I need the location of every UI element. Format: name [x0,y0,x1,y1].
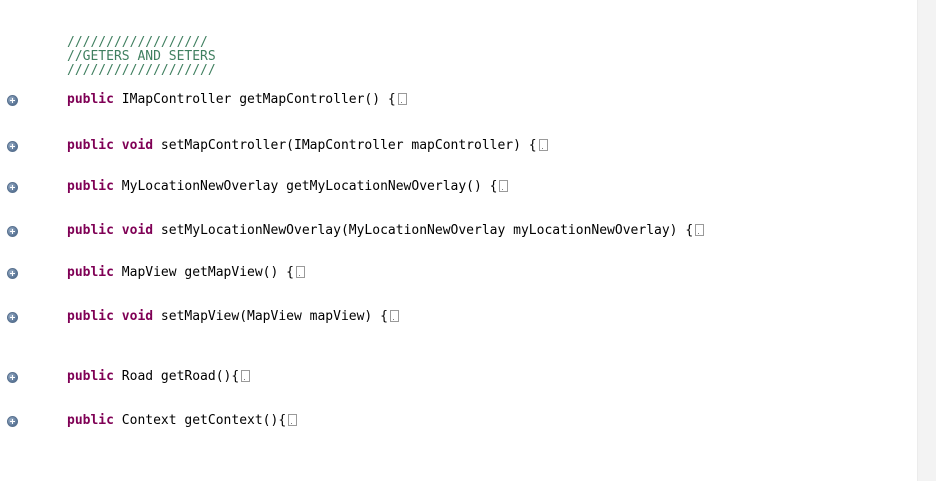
code-line-getMapController: public IMapController getMapController()… [67,93,407,107]
code-line-setMapController: public void setMapController(IMapControl… [67,139,548,153]
code-text: Road getRoad(){ [113,369,240,384]
code-text: MapView getMapView() { [113,265,294,280]
expand-fold-icon[interactable] [7,372,18,383]
keyword: public [67,265,114,280]
collapsed-code-icon[interactable] [241,370,251,382]
keyword: public [67,223,114,238]
collapsed-code-icon[interactable] [288,414,298,426]
keyword: void [121,223,154,238]
comment-line: /////////////////// [67,63,216,78]
code-line-getMyLocationNewOverlay: public MyLocationNewOverlay getMyLocatio… [67,179,509,194]
code-text: setMyLocationNewOverlay(MyLocationNewOve… [153,223,694,238]
keyword: public [67,369,114,384]
expand-fold-icon[interactable] [7,312,18,323]
expand-fold-icon[interactable] [7,226,18,237]
expand-fold-icon[interactable] [7,416,18,427]
code-line-setMapView: public void setMapView(MapView mapView) … [67,310,399,324]
code-line-getMapView: public MapView getMapView() { [67,266,305,280]
comment-line: //GETERS AND SETERS [67,49,216,64]
code-text: Context getContext(){ [113,413,287,428]
collapsed-code-icon[interactable] [538,139,548,151]
comment-line: ////////////////// [67,35,208,50]
collapsed-code-icon[interactable] [695,224,705,236]
code-line-setMyLocationNewOverlay: public void setMyLocationNewOverlay(MyLo… [67,223,705,238]
collapsed-code-icon[interactable] [397,93,407,105]
keyword: void [121,138,154,153]
keyword: void [121,309,154,324]
code-text: setMapController(IMapController mapContr… [153,138,537,153]
keyword: public [67,138,114,153]
expand-fold-icon[interactable] [7,95,18,106]
code-text: IMapController getMapController() { [113,92,396,107]
code-line-getContext: public Context getContext(){ [67,413,298,428]
collapsed-code-icon[interactable] [295,266,305,278]
expand-fold-icon[interactable] [7,268,18,279]
code-line-getRoad: public Road getRoad(){ [67,369,251,384]
keyword: public [67,413,114,428]
expand-fold-icon[interactable] [7,141,18,152]
code-text: MyLocationNewOverlay getMyLocationNewOve… [113,179,498,194]
collapsed-code-icon[interactable] [389,310,399,322]
code-text: setMapView(MapView mapView) { [153,309,388,324]
keyword: public [67,309,114,324]
keyword: public [67,92,114,107]
collapsed-code-icon[interactable] [499,180,509,192]
keyword: public [67,179,114,194]
overview-ruler[interactable] [917,0,936,481]
expand-fold-icon[interactable] [7,182,18,193]
code-editor[interactable]: ////////////////// //GETERS AND SETERS /… [0,0,918,481]
